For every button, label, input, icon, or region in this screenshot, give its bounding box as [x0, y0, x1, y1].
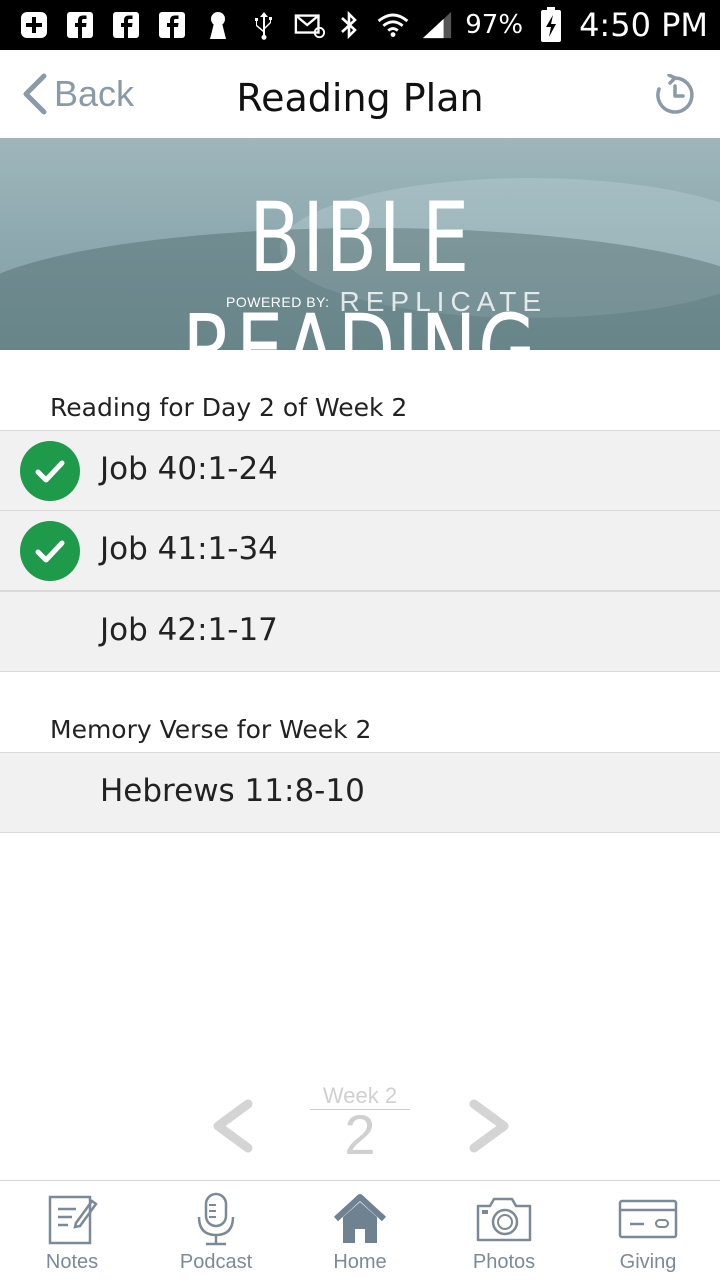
- microphone-icon: [186, 1189, 246, 1249]
- reading-item-label: Job 41:1-34: [100, 531, 278, 567]
- status-bar-notifications: [0, 9, 326, 41]
- chevron-right-icon: [469, 1099, 509, 1153]
- tab-photos[interactable]: Photos: [432, 1181, 576, 1280]
- powered-by: POWERED BY: REPLICATE: [226, 286, 547, 318]
- bible-reading-banner: BIBLE READING POWERED BY: REPLICATE: [0, 138, 720, 350]
- history-icon: [656, 73, 694, 114]
- home-icon: [330, 1189, 390, 1249]
- banner-title: BIBLE READING: [182, 182, 538, 350]
- page-title: Reading Plan: [236, 76, 484, 120]
- status-bar-system: 97% 4:50 PM: [333, 6, 720, 44]
- credit-card-icon: [618, 1189, 678, 1249]
- keyhole-icon: [202, 9, 234, 41]
- reading-item[interactable]: Job 41:1-34: [0, 510, 720, 591]
- clock: 4:50 PM: [579, 6, 708, 44]
- chevron-left-icon: [213, 1099, 253, 1153]
- tab-notes[interactable]: Notes: [0, 1181, 144, 1280]
- memory-verse-item[interactable]: Hebrews 11:8-10: [0, 752, 720, 833]
- tab-photos-label: Photos: [472, 1251, 536, 1273]
- wifi-icon: [377, 9, 409, 41]
- tab-podcast[interactable]: Podcast: [144, 1181, 288, 1280]
- tab-podcast-label: Podcast: [179, 1251, 253, 1273]
- history-button[interactable]: [654, 73, 696, 116]
- reading-item[interactable]: Job 42:1-17: [0, 591, 720, 672]
- status-bar: 97% 4:50 PM: [0, 0, 720, 50]
- add-box-icon: [18, 9, 50, 41]
- powered-by-label: POWERED BY:: [226, 294, 330, 310]
- reading-item[interactable]: Job 40:1-24: [0, 430, 720, 511]
- bluetooth-icon: [333, 9, 365, 41]
- checkmark-icon: [20, 441, 80, 501]
- tab-giving-label: Giving: [619, 1251, 677, 1273]
- signal-icon: [421, 9, 453, 41]
- tab-giving[interactable]: Giving: [576, 1181, 720, 1280]
- navigation-bar: Back Reading Plan: [0, 50, 720, 138]
- next-week-button[interactable]: [456, 1096, 516, 1156]
- week-number: 2: [344, 1103, 376, 1166]
- reading-section-header: Reading for Day 2 of Week 2: [50, 393, 408, 422]
- previous-week-button[interactable]: [206, 1096, 266, 1156]
- notes-icon: [42, 1189, 102, 1249]
- facebook-icon: [156, 9, 188, 41]
- battery-charging-icon: [535, 7, 567, 42]
- tab-bar: Notes Podcast Home Photos Giving: [0, 1180, 720, 1280]
- tab-home-label: Home: [333, 1251, 387, 1273]
- brand-name: REPLICATE: [339, 286, 548, 317]
- checkmark-icon: [20, 521, 80, 581]
- camera-icon: [474, 1189, 534, 1249]
- email-icon: [294, 9, 326, 41]
- usb-icon: [248, 9, 280, 41]
- memory-section-header: Memory Verse for Week 2: [50, 715, 372, 744]
- tab-notes-label: Notes: [45, 1251, 99, 1273]
- facebook-icon: [110, 9, 142, 41]
- memory-verse-label: Hebrews 11:8-10: [100, 773, 365, 809]
- tab-home[interactable]: Home: [288, 1181, 432, 1280]
- reading-item-label: Job 42:1-17: [100, 612, 278, 648]
- facebook-icon: [64, 9, 96, 41]
- reading-item-label: Job 40:1-24: [100, 451, 278, 487]
- battery-percent: 97%: [465, 10, 524, 40]
